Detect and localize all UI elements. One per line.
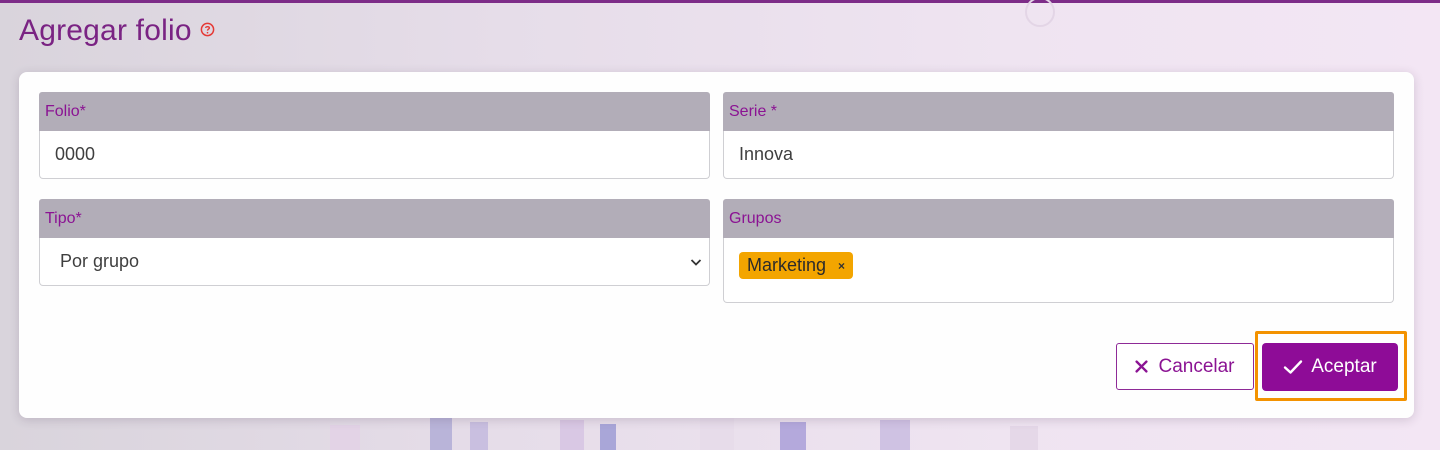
tipo-select[interactable]: Por grupo (39, 238, 710, 286)
grupos-label: Grupos (723, 199, 1394, 238)
folio-input[interactable]: 0000 (39, 131, 710, 179)
help-circle-icon[interactable] (200, 22, 215, 37)
remove-tag-icon[interactable]: × (838, 259, 845, 273)
grupos-multiselect[interactable]: Marketing × (723, 238, 1394, 303)
serie-input-value: Innova (739, 144, 794, 164)
page-title: Agregar folio (19, 14, 192, 47)
page-header: Agregar folio (19, 14, 215, 48)
cancel-button-label: Cancelar (1158, 355, 1235, 377)
group-tag-marketing: Marketing × (739, 252, 854, 279)
tipo-select-value: Por grupo (60, 251, 140, 271)
tipo-field: Tipo* Por grupo (39, 199, 710, 286)
chevron-down-icon (690, 258, 702, 266)
folio-input-value: 0000 (55, 144, 96, 164)
accept-button[interactable]: Aceptar (1262, 343, 1398, 391)
grupos-field: Grupos Marketing × (723, 199, 1394, 303)
folio-field: Folio* 0000 (39, 92, 710, 179)
serie-field: Serie * Innova (723, 92, 1394, 179)
accept-button-label: Aceptar (1311, 356, 1377, 377)
check-icon (1284, 360, 1303, 374)
top-accent-bar (0, 0, 1440, 3)
group-tag-label: Marketing (747, 255, 827, 275)
close-icon (1135, 360, 1149, 373)
serie-label: Serie * (723, 92, 1394, 131)
serie-input[interactable]: Innova (723, 131, 1394, 179)
add-folio-form-card: Folio* 0000 Serie * Innova Tipo* Por gru… (19, 72, 1414, 418)
cancel-button[interactable]: Cancelar (1116, 343, 1254, 390)
folio-label: Folio* (39, 92, 710, 131)
tipo-label: Tipo* (39, 199, 710, 238)
